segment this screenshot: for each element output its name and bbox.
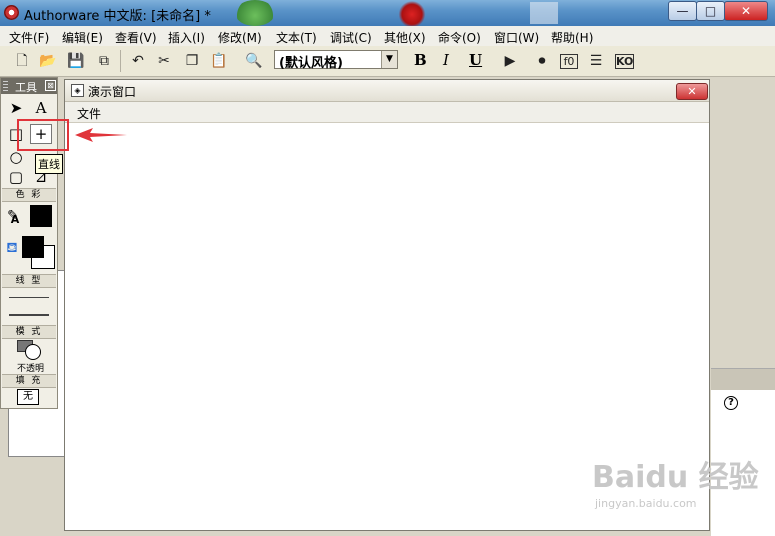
- menu-text[interactable]: 文本(T): [276, 29, 317, 46]
- mode-preview-circle[interactable]: [25, 344, 41, 360]
- menu-commands[interactable]: 命令(O): [438, 29, 481, 46]
- variables-icon[interactable]: ☰: [586, 51, 606, 71]
- toolbar-divider: [120, 50, 121, 72]
- text-color-letter: A: [10, 213, 20, 226]
- italic-button[interactable]: I: [443, 51, 449, 69]
- presentation-menu-file[interactable]: 文件: [77, 105, 101, 122]
- desktop-background-decoration: [235, 0, 275, 26]
- menu-bar: 文件(F) 编辑(E) 查看(V) 插入(I) 修改(M) 文本(T) 调试(C…: [0, 26, 775, 47]
- functions-icon[interactable]: f0: [560, 54, 578, 69]
- help-icon[interactable]: ?: [724, 396, 738, 410]
- main-toolbar: 🗋 📂 💾 ⧉ ↶ ✂ ❐ 📋 🔍 (默认风格) ▼ B I U ▶ ⏺ f0 …: [0, 46, 775, 77]
- text-tool-icon[interactable]: A: [30, 98, 52, 118]
- text-style-select[interactable]: (默认风格) ▼: [274, 50, 398, 71]
- open-file-icon[interactable]: 📂: [38, 51, 58, 71]
- menu-edit[interactable]: 编辑(E): [62, 29, 103, 46]
- menu-modify[interactable]: 修改(M): [218, 29, 262, 46]
- presentation-window-icon: ◈: [71, 84, 84, 97]
- text-style-value: (默认风格): [279, 56, 343, 71]
- undo-icon[interactable]: ↶: [128, 51, 148, 71]
- watermark-url: jingyan.baidu.com: [595, 497, 697, 510]
- save-all-icon[interactable]: 💾: [66, 51, 86, 71]
- presentation-title-bar: ◈ 演示窗口 ✕: [65, 80, 709, 102]
- bold-button[interactable]: B: [414, 51, 427, 69]
- line-width-option[interactable]: [9, 314, 49, 316]
- window-title: Authorware 中文版: [未命名] *: [24, 9, 211, 24]
- menu-help[interactable]: 帮助(H): [551, 29, 593, 46]
- import-icon[interactable]: ⧉: [94, 51, 114, 71]
- menu-file[interactable]: 文件(F): [9, 29, 49, 46]
- baidu-watermark-logo: Baidu 经验: [592, 460, 759, 495]
- line-width-option[interactable]: [9, 297, 49, 298]
- fill-section-label: 填 充: [2, 374, 56, 388]
- tools-title-bar[interactable]: 工具 ⊠: [1, 78, 57, 94]
- presentation-title: 演示窗口: [88, 85, 137, 99]
- desktop-background-decoration: [530, 2, 558, 24]
- tools-title: 工具: [15, 81, 37, 94]
- new-file-icon[interactable]: 🗋: [12, 51, 32, 71]
- menu-insert[interactable]: 插入(I): [168, 29, 205, 46]
- minimize-button[interactable]: —: [668, 1, 697, 21]
- annotation-arrow-icon: [75, 128, 127, 142]
- underline-button[interactable]: U: [469, 51, 482, 69]
- mode-value: 不透明: [17, 364, 45, 374]
- close-button[interactable]: ✕: [724, 1, 768, 21]
- app-title-bar: Authorware 中文版: [未命名] * — □ ✕: [0, 0, 775, 26]
- foreground-color-swatch[interactable]: [22, 236, 44, 258]
- menu-other[interactable]: 其他(X): [384, 29, 426, 46]
- authorware-logo-icon[interactable]: [4, 5, 19, 20]
- cut-icon[interactable]: ✂: [154, 51, 174, 71]
- menu-window[interactable]: 窗口(W): [494, 29, 539, 46]
- color-section-label: 色 彩: [2, 188, 56, 202]
- control-panel-icon[interactable]: ⏺: [532, 51, 552, 71]
- maximize-button[interactable]: □: [696, 1, 725, 21]
- chevron-down-icon[interactable]: ▼: [381, 51, 397, 68]
- side-panel-header: [711, 368, 775, 391]
- drag-handle-icon[interactable]: [3, 81, 8, 91]
- menu-view[interactable]: 查看(V): [115, 29, 157, 46]
- presentation-close-button[interactable]: ✕: [676, 83, 708, 100]
- knowledge-objects-icon[interactable]: KO: [615, 54, 634, 69]
- rounded-rectangle-tool-icon[interactable]: ▢: [5, 167, 27, 187]
- line-tool-tooltip: 直线: [35, 154, 63, 174]
- presentation-menu-bar: 文件: [65, 102, 709, 123]
- find-icon[interactable]: 🔍: [244, 51, 264, 71]
- paint-bucket-icon[interactable]: ⛾: [1, 238, 23, 258]
- copy-icon[interactable]: ❐: [182, 51, 202, 71]
- annotation-highlight-box: [17, 119, 69, 151]
- run-icon[interactable]: ▶: [500, 51, 520, 71]
- line-style-section-label: 线 型: [2, 274, 56, 288]
- menu-debug[interactable]: 调试(C): [330, 29, 372, 46]
- paste-icon[interactable]: 📋: [209, 51, 229, 71]
- mode-section-label: 模 式: [2, 325, 56, 339]
- stroke-color-swatch[interactable]: [30, 205, 52, 227]
- pointer-tool-icon[interactable]: ➤: [5, 98, 27, 118]
- fill-value[interactable]: 无: [17, 389, 39, 405]
- desktop-background-decoration: [395, 0, 429, 26]
- tools-close-button[interactable]: ⊠: [45, 80, 56, 91]
